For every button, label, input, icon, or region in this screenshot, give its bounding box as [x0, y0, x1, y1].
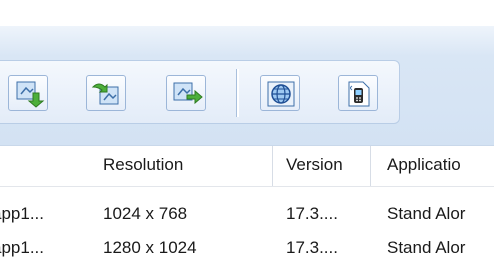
column-header-resolution[interactable]: Resolution [103, 146, 183, 186]
import-icon [16, 81, 45, 108]
phone-icon [348, 81, 370, 107]
toolbar-separator [236, 69, 239, 117]
cell-version: 17.3.... [286, 238, 338, 257]
table-row[interactable]: app1... 1280 x 1024 17.3.... Stand Alor [0, 233, 494, 262]
transfer-button[interactable] [166, 75, 206, 111]
cell-application: Stand Alor [387, 238, 466, 257]
toolbar [0, 60, 400, 124]
header-divider [0, 186, 494, 187]
transfer-icon [173, 82, 203, 105]
column-header-version[interactable]: Version [286, 146, 343, 186]
cell-resolution: 1024 x 768 [103, 204, 188, 223]
table-row[interactable]: app1... 1024 x 768 17.3.... Stand Alor [0, 199, 494, 228]
globe-icon [267, 81, 295, 107]
export-icon [91, 83, 119, 105]
column-divider[interactable] [272, 146, 273, 186]
cell-application: Stand Alor [387, 204, 466, 223]
import-button[interactable] [8, 75, 48, 111]
column-divider[interactable] [370, 146, 371, 186]
globe-button[interactable] [260, 75, 300, 111]
cell-name: app1... [0, 238, 44, 257]
phone-button[interactable] [338, 75, 378, 111]
cell-version: 17.3.... [286, 204, 338, 223]
table-header: Resolution Version Applicatio [0, 146, 494, 186]
export-button[interactable] [86, 75, 126, 111]
column-header-application[interactable]: Applicatio [387, 146, 494, 186]
cell-name: app1... [0, 204, 44, 223]
cell-resolution: 1280 x 1024 [103, 238, 197, 257]
